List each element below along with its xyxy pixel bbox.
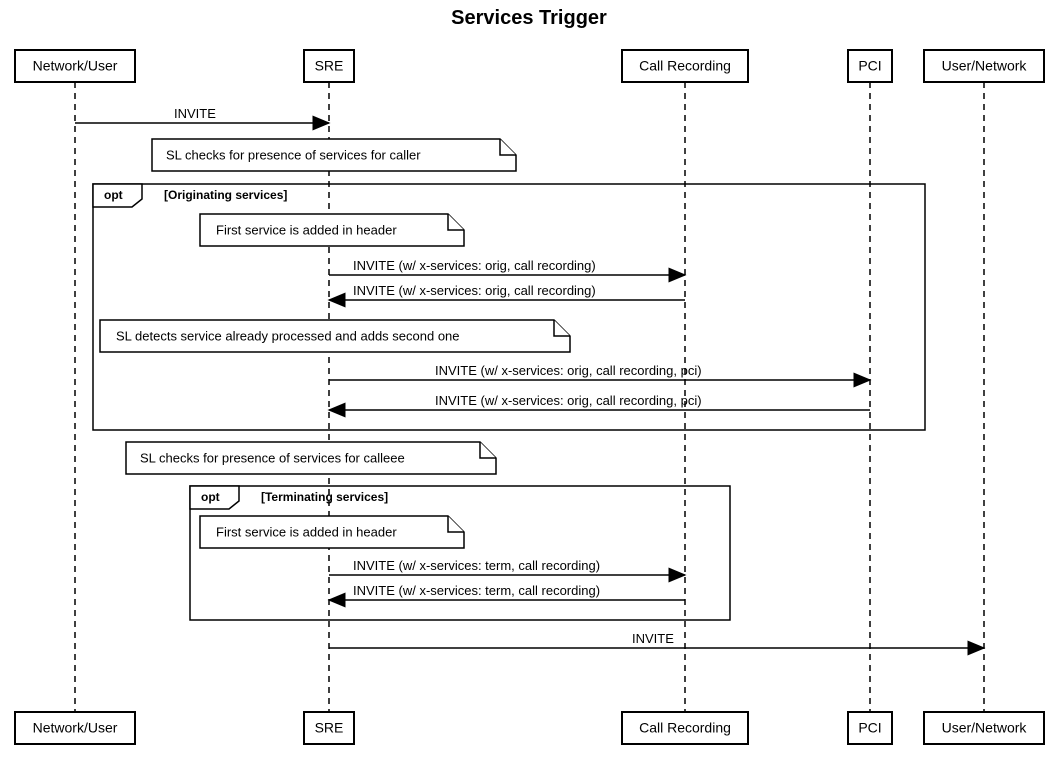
actor-box-top-3: PCI (848, 50, 892, 82)
message-invite-final-label: INVITE (632, 631, 674, 646)
svg-text:SL checks for presence of serv: SL checks for presence of services for c… (140, 450, 405, 465)
note-caller-services: SL checks for presence of services for c… (152, 139, 516, 171)
svg-text:[Terminating services]: [Terminating services] (261, 490, 388, 504)
message-invite-pci-2-label: INVITE (w/ x-services: orig, call record… (435, 393, 702, 408)
svg-text:SRE: SRE (315, 58, 344, 74)
actor-box-bottom-3: PCI (848, 712, 892, 744)
svg-text:SRE: SRE (315, 720, 344, 736)
svg-text:First service is added in head: First service is added in header (216, 222, 397, 237)
svg-text:Network/User: Network/User (33, 720, 118, 736)
note-first-header-orig: First service is added in header (200, 214, 464, 246)
svg-text:SL detects service already pro: SL detects service already processed and… (116, 328, 460, 343)
svg-text:Call Recording: Call Recording (639, 58, 731, 74)
svg-text:opt: opt (201, 490, 220, 504)
actor-box-top-4: User/Network (924, 50, 1044, 82)
actor-box-bottom-0: Network/User (15, 712, 135, 744)
message-invite-1-label: INVITE (174, 106, 216, 121)
svg-text:User/Network: User/Network (942, 720, 1028, 736)
svg-text:PCI: PCI (858, 58, 881, 74)
sequence-diagram: Services Trigger Network/User SRE Call R… (0, 0, 1058, 760)
message-invite-orig-2-label: INVITE (w/ x-services: orig, call record… (353, 283, 596, 298)
message-invite-pci-1-label: INVITE (w/ x-services: orig, call record… (435, 363, 702, 378)
svg-text:Call Recording: Call Recording (639, 720, 731, 736)
actor-box-bottom-1: SRE (304, 712, 354, 744)
message-invite-orig-1-label: INVITE (w/ x-services: orig, call record… (353, 258, 596, 273)
note-first-header-term: First service is added in header (200, 516, 464, 548)
actor-box-bottom-2: Call Recording (622, 712, 748, 744)
svg-text:opt: opt (104, 188, 123, 202)
svg-text:First service is added in head: First service is added in header (216, 524, 397, 539)
actor-box-bottom-4: User/Network (924, 712, 1044, 744)
diagram-title: Services Trigger (451, 7, 607, 29)
actor-box-top-1: SRE (304, 50, 354, 82)
message-invite-term-2-label: INVITE (w/ x-services: term, call record… (353, 583, 600, 598)
svg-text:[Originating services]: [Originating services] (164, 188, 287, 202)
svg-text:PCI: PCI (858, 720, 881, 736)
note-second-service: SL detects service already processed and… (100, 320, 570, 352)
actor-box-top-2: Call Recording (622, 50, 748, 82)
note-callee-services: SL checks for presence of services for c… (126, 442, 496, 474)
svg-text:User/Network: User/Network (942, 58, 1028, 74)
message-invite-term-1-label: INVITE (w/ x-services: term, call record… (353, 558, 600, 573)
svg-text:SL checks for presence of serv: SL checks for presence of services for c… (166, 147, 421, 162)
actor-box-top-0: Network/User (15, 50, 135, 82)
svg-text:Network/User: Network/User (33, 58, 118, 74)
